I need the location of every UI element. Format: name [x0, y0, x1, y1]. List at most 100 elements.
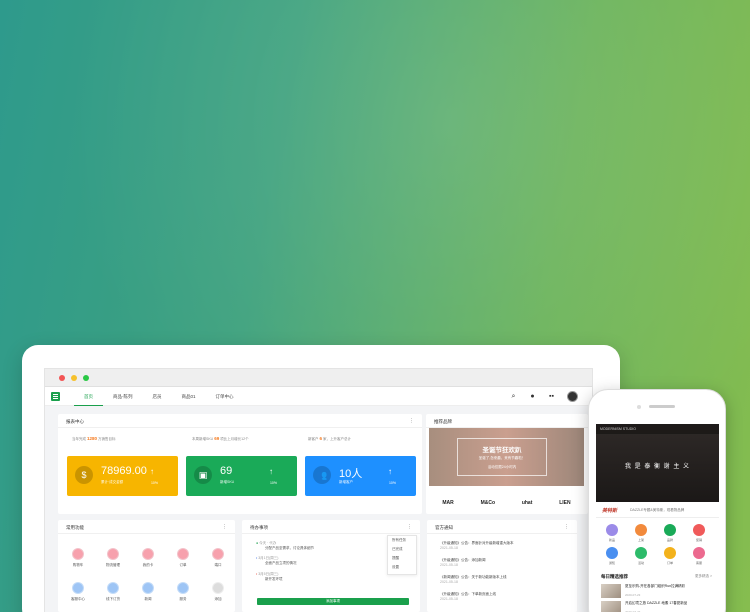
phone-list-item[interactable]: 夏至乐购-开在各部门组织Run拉满精彩 2020-07-23	[601, 584, 714, 598]
function-add[interactable]: 添加	[204, 582, 232, 602]
minimize-dot[interactable]	[71, 374, 77, 381]
function-port[interactable]: 端口	[204, 548, 232, 568]
phone-brand-strip[interactable]: 美特斯 DAZZLE专题&美特斯，现看物品牌	[596, 502, 719, 518]
port-icon	[212, 548, 224, 560]
notice-item[interactable]: 《新闻通知》公告：关于新功能新版本上线 2021-05-18	[440, 575, 507, 585]
menu-item[interactable]: 所有任务	[388, 536, 416, 545]
phone-icon-service[interactable]: 客服	[688, 547, 710, 565]
arrow-up-icon: ↑	[388, 467, 392, 476]
function-support[interactable]: 服务	[169, 582, 197, 602]
brand-logo[interactable]: M&Co	[481, 500, 495, 506]
main-nav: 首页 商品-陈列 店员 商品01 订单中心	[74, 387, 244, 406]
tile-sku[interactable]: ▣ 69 新增SKU ↑ 10%	[186, 456, 297, 496]
gift-icon	[693, 524, 705, 536]
function-cart[interactable]: 购物车	[64, 548, 92, 568]
function-orders[interactable]: 订单	[169, 548, 197, 568]
cart-icon	[72, 548, 84, 560]
function-logistics[interactable]: 物流管理	[99, 548, 127, 568]
menu-icon[interactable]	[51, 391, 60, 401]
top-navbar: 首页 商品-陈列 店员 商品01 订单中心 ⌕ ● ▪▪	[45, 387, 592, 406]
tile-percent: 10%	[269, 481, 277, 485]
nav-item-orders[interactable]: 订单中心	[206, 387, 244, 406]
tile-label: 累计·成交金额	[101, 480, 124, 484]
more-icon[interactable]: ⋮	[407, 524, 412, 530]
notice-item[interactable]: 《升级通知》公告：界面针对升级新增重大版本 2021-05-18	[440, 541, 514, 551]
notices-title: 官方通知	[427, 520, 577, 534]
nav-item-product01[interactable]: 商品01	[172, 387, 206, 406]
tile-value: 78969.00	[101, 465, 147, 477]
phone-brand-desc: DAZZLE专题&美特斯，现看物品牌	[630, 508, 685, 512]
tile-customers[interactable]: 👥 10人 新增客户 ↑ 10%	[305, 456, 416, 496]
tag-icon	[664, 524, 676, 536]
phone-banner-header: MODERNISM STUDIO	[596, 424, 719, 434]
phone-banner-slogan: 我 是 泰 衡 谢 主 义	[624, 464, 690, 470]
users-icon: 👥	[313, 466, 331, 484]
banner-panel: 圣诞节狂欢趴 圣诞了,怎来趣，来有节趣啦！ 活动仅限24小时内	[457, 438, 547, 476]
menu-item[interactable]: 设置	[388, 563, 416, 572]
more-icon[interactable]: ⋮	[564, 524, 569, 530]
promo-banner[interactable]: 圣诞节狂欢趴 圣诞了,怎来趣，来有节趣啦！ 活动仅限24小时内	[429, 428, 584, 486]
functions-title: 常用功能	[58, 520, 235, 534]
function-offline[interactable]: 线下订货	[99, 582, 127, 602]
tile-percent: 10%	[150, 481, 158, 485]
camera-icon	[637, 405, 641, 409]
tile-label: 新增客户	[339, 480, 353, 484]
phone-banner[interactable]: MODERNISM STUDIO 我 是 泰 衡 谢 主 义	[596, 424, 719, 502]
phone-list-item[interactable]: 开启幻境之旅 DAZZLE 地素 17春夏新品 2020-07-23	[601, 601, 714, 612]
banner-note: 活动仅限24小时内	[487, 465, 517, 469]
todo-item[interactable]: ● 今天 · 代办 分配产品至需求，讨论具体细节	[256, 541, 314, 551]
bell-icon	[606, 547, 618, 559]
star-icon	[606, 524, 618, 536]
check-icon: ●	[256, 541, 259, 545]
phone-icon-new[interactable]: 新品	[601, 524, 623, 542]
news-icon	[142, 582, 154, 594]
box-icon: ▣	[194, 466, 212, 484]
phone-icon-promo[interactable]: 促销	[688, 524, 710, 542]
phone-more-link[interactable]: 更多精选 >	[695, 574, 712, 579]
report-title: 报表中心	[58, 414, 422, 428]
phone-icon-notice[interactable]: 通知	[601, 547, 623, 565]
avatar[interactable]	[567, 391, 578, 402]
tile-sales[interactable]: $ 78969.00 累计·成交金额 ↑ 10%	[67, 456, 178, 496]
notice-item[interactable]: 《升级通知》公告：添加新闻 2021-05-18	[440, 558, 486, 568]
plus-icon	[212, 582, 224, 594]
nav-item-staff[interactable]: 店员	[143, 387, 172, 406]
order-icon	[177, 548, 189, 560]
phone-icon-order[interactable]: 订单	[659, 547, 681, 565]
search-icon[interactable]: ⌕	[510, 393, 517, 400]
store-icon	[107, 582, 119, 594]
grid-icon[interactable]: ▪▪	[548, 393, 555, 400]
function-card[interactable]: 我的卡	[134, 548, 162, 568]
brand-logo[interactable]: uhat	[522, 500, 533, 506]
phone-icon-shelf[interactable]: 上架	[630, 524, 652, 542]
function-news[interactable]: 新闻	[134, 582, 162, 602]
brands-title: 推荐品牌	[426, 414, 588, 428]
arrow-up-icon: ↑	[150, 467, 154, 476]
tile-label: 新增SKU	[220, 480, 235, 484]
maximize-dot[interactable]	[83, 374, 89, 381]
menu-item[interactable]: 已完成	[388, 545, 416, 554]
brand-logo[interactable]: LIEN	[559, 500, 570, 506]
close-dot[interactable]	[59, 374, 65, 381]
add-todo-button[interactable]: 添加事项	[257, 598, 409, 605]
brand-logo[interactable]: MAR	[442, 500, 453, 506]
menu-item[interactable]: 提醒	[388, 554, 416, 563]
todo-item[interactable]: • 3月5日(周三) 新开发环境	[256, 572, 283, 582]
todo-menu: 所有任务 已完成 提醒 设置	[387, 535, 417, 575]
thumbnail	[601, 601, 621, 612]
more-icon[interactable]: ⋮	[409, 418, 414, 424]
nav-item-products[interactable]: 商品-陈列	[103, 387, 143, 406]
todo-item[interactable]: • 3月1日(周三) 全面产品立项的情况	[256, 556, 297, 566]
stat-sales: 当年完成 1280 万销售目标	[72, 436, 116, 441]
bell-icon[interactable]: ●	[529, 393, 536, 400]
more-icon[interactable]: ⋮	[222, 524, 227, 530]
arrow-up-icon: ↑	[269, 467, 273, 476]
service-icon	[177, 582, 189, 594]
banner-subtitle: 圣诞了,怎来趣，来有节趣啦！	[478, 456, 526, 460]
speaker-icon	[649, 405, 675, 408]
nav-item-home[interactable]: 首页	[74, 387, 103, 406]
function-service[interactable]: 客服中心	[64, 582, 92, 602]
phone-icon-event[interactable]: 活动	[630, 547, 652, 565]
phone-icon-brand[interactable]: 品牌	[659, 524, 681, 542]
notice-item[interactable]: 《升级通知》公告：下单新页面上线 2021-05-18	[440, 592, 496, 602]
